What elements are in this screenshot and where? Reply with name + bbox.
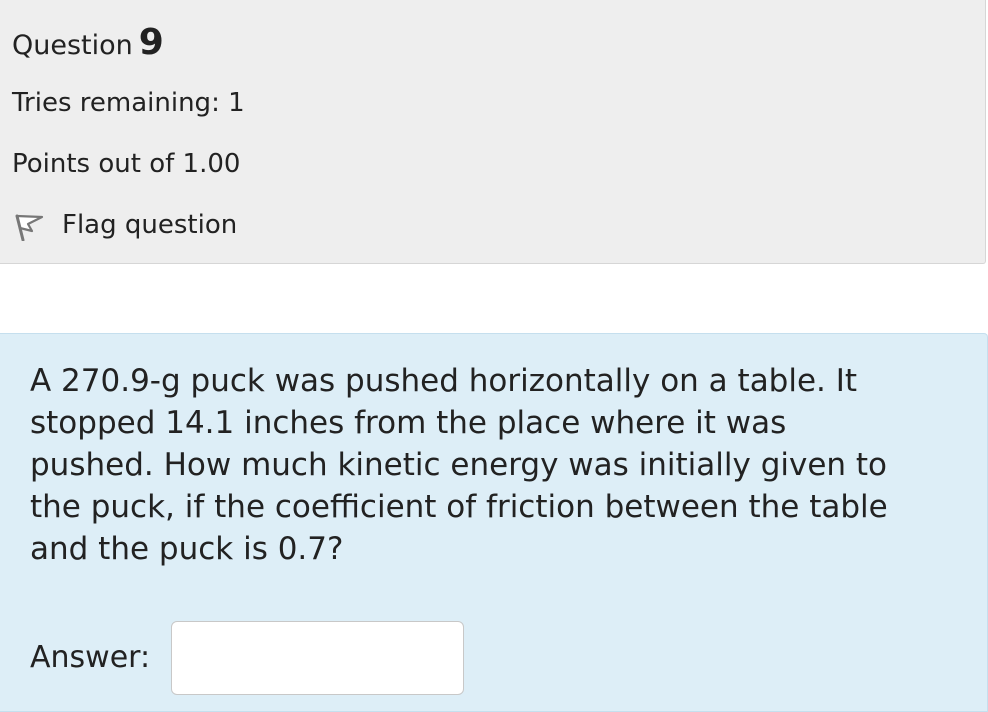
question-label: Question <box>12 30 133 61</box>
answer-label: Answer: <box>30 640 151 675</box>
answer-input[interactable] <box>171 621 464 695</box>
question-info-panel: Question 9 Tries remaining: 1 Points out … <box>0 0 986 264</box>
flag-question-link[interactable]: Flag question <box>12 209 238 242</box>
question-content-panel: A 270.9-g puck was pushed horizontally o… <box>0 333 988 712</box>
tries-remaining: Tries remaining: 1 <box>12 88 245 118</box>
question-text: A 270.9-g puck was pushed horizontally o… <box>30 363 888 567</box>
question-heading: Question 9 <box>12 22 164 63</box>
question-number: 9 <box>138 22 164 63</box>
flag-question-label: Flag question <box>62 210 238 240</box>
flag-icon <box>12 209 46 242</box>
points-out-of: Points out of 1.00 <box>12 149 241 179</box>
